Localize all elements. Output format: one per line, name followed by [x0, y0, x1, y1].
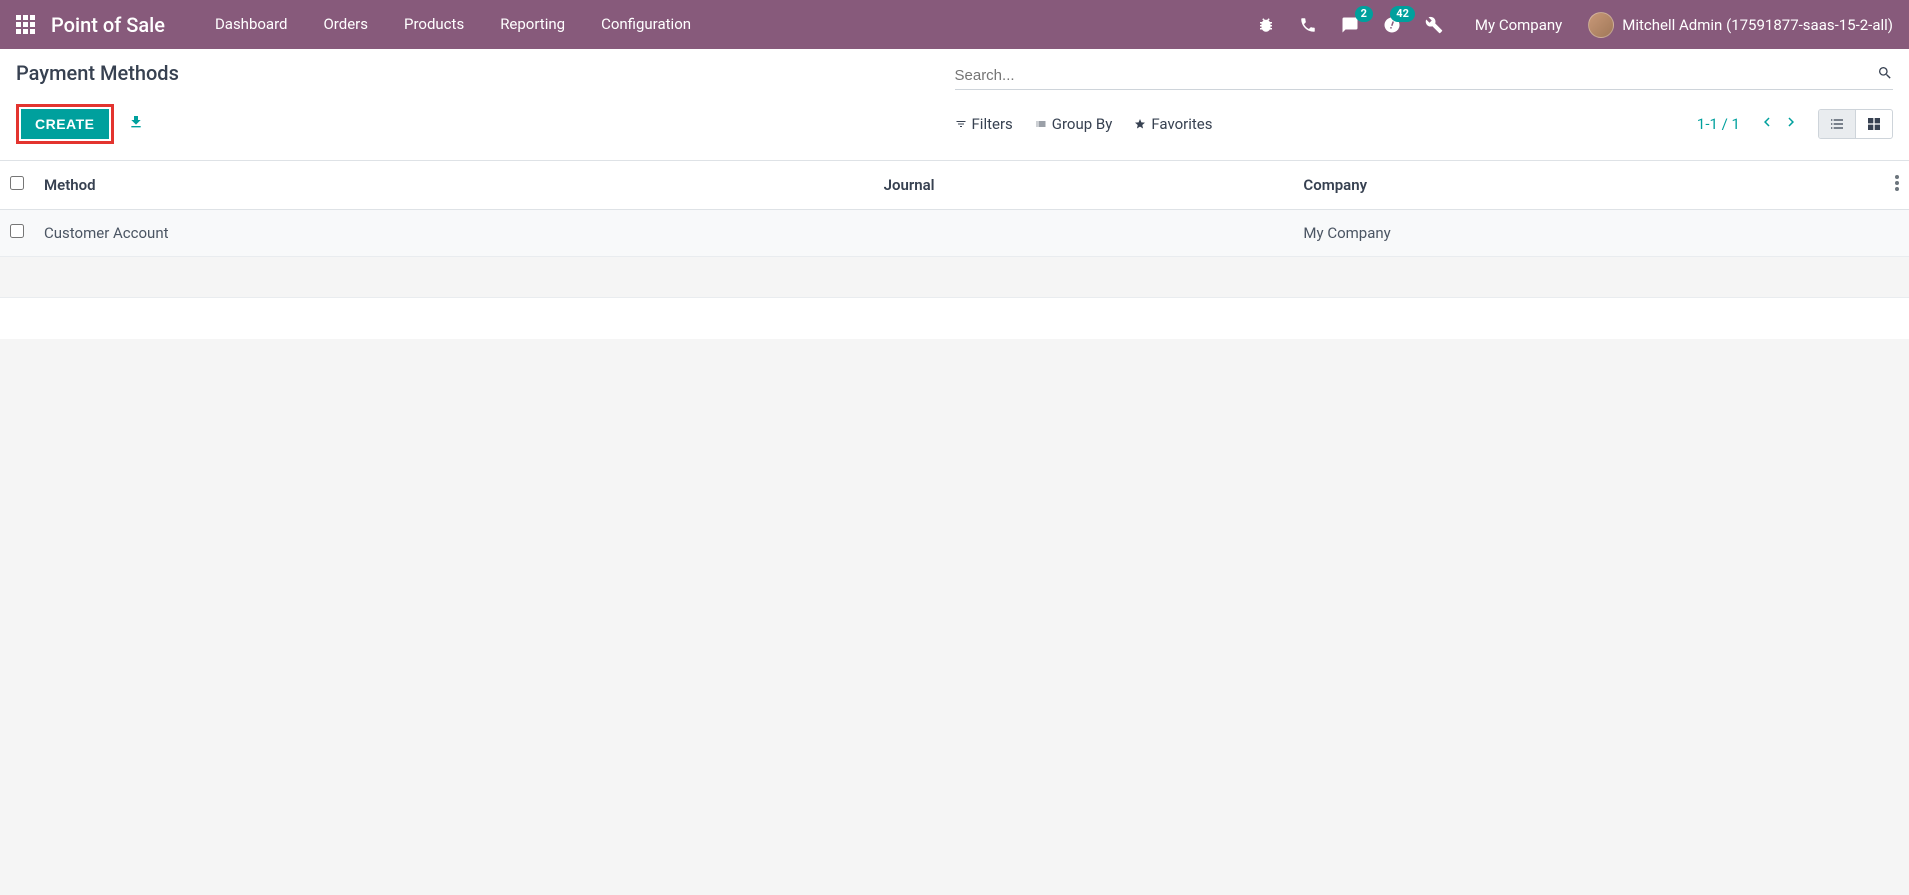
control-panel: Payment Methods CREATE Filters Group By	[0, 49, 1909, 161]
favorites-menu[interactable]: Favorites	[1134, 115, 1212, 133]
chevron-right-icon	[1782, 113, 1800, 131]
table-header-row: Method Journal Company	[0, 161, 1909, 210]
user-menu[interactable]: Mitchell Admin (17591877-saas-15-2-all)	[1588, 12, 1893, 38]
pager-prev[interactable]	[1758, 113, 1776, 135]
export-icon[interactable]	[128, 114, 144, 134]
header-company[interactable]: Company	[1293, 161, 1885, 210]
header-journal[interactable]: Journal	[874, 161, 1294, 210]
search-input[interactable]	[955, 67, 1878, 84]
filters-menu[interactable]: Filters	[955, 115, 1013, 133]
kanban-view-icon	[1866, 116, 1882, 132]
page-title: Payment Methods	[16, 61, 179, 85]
star-icon	[1134, 118, 1146, 130]
avatar	[1588, 12, 1614, 38]
search-bar	[955, 61, 1894, 90]
pager[interactable]: 1-1 / 1	[1697, 115, 1740, 133]
table-row[interactable]: Customer Account My Company	[0, 210, 1909, 257]
list-view-icon	[1829, 116, 1845, 132]
bug-icon[interactable]	[1251, 10, 1281, 40]
nav-orders[interactable]: Orders	[305, 0, 386, 49]
tools-icon[interactable]	[1419, 10, 1449, 40]
messages-badge: 2	[1355, 6, 1373, 22]
groupby-menu[interactable]: Group By	[1035, 115, 1113, 133]
chevron-left-icon	[1758, 113, 1776, 131]
column-options-icon[interactable]	[1895, 177, 1899, 195]
apps-icon[interactable]	[16, 15, 35, 34]
search-icon[interactable]	[1877, 65, 1893, 85]
select-all-checkbox[interactable]	[10, 176, 24, 190]
list-view-button[interactable]	[1819, 110, 1856, 138]
app-brand[interactable]: Point of Sale	[51, 13, 165, 37]
kanban-view-button[interactable]	[1856, 110, 1892, 138]
nav-configuration[interactable]: Configuration	[583, 0, 709, 49]
cell-journal	[874, 210, 1294, 257]
list-icon	[1035, 118, 1047, 130]
create-button[interactable]: CREATE	[21, 109, 109, 139]
user-name: Mitchell Admin (17591877-saas-15-2-all)	[1622, 16, 1893, 34]
row-checkbox[interactable]	[10, 224, 24, 238]
messages-icon[interactable]: 2	[1335, 10, 1365, 40]
cell-company: My Company	[1293, 210, 1885, 257]
nav-right: 2 42 My Company Mitchell Admin (17591877…	[1251, 10, 1893, 40]
top-navbar: Point of Sale Dashboard Orders Products …	[0, 0, 1909, 49]
nav-products[interactable]: Products	[386, 0, 482, 49]
filter-icon	[955, 118, 967, 130]
pager-next[interactable]	[1782, 113, 1800, 135]
create-highlight: CREATE	[16, 104, 114, 144]
phone-icon[interactable]	[1293, 10, 1323, 40]
view-switcher	[1818, 109, 1893, 139]
cell-method: Customer Account	[34, 210, 874, 257]
nav-reporting[interactable]: Reporting	[482, 0, 583, 49]
activities-badge: 42	[1390, 6, 1415, 22]
bottom-band	[0, 297, 1909, 339]
activities-icon[interactable]: 42	[1377, 10, 1407, 40]
header-method[interactable]: Method	[34, 161, 874, 210]
nav-menu: Dashboard Orders Products Reporting Conf…	[197, 0, 709, 49]
list-view: Method Journal Company Customer Account …	[0, 161, 1909, 257]
nav-dashboard[interactable]: Dashboard	[197, 0, 306, 49]
company-switcher[interactable]: My Company	[1461, 16, 1576, 34]
